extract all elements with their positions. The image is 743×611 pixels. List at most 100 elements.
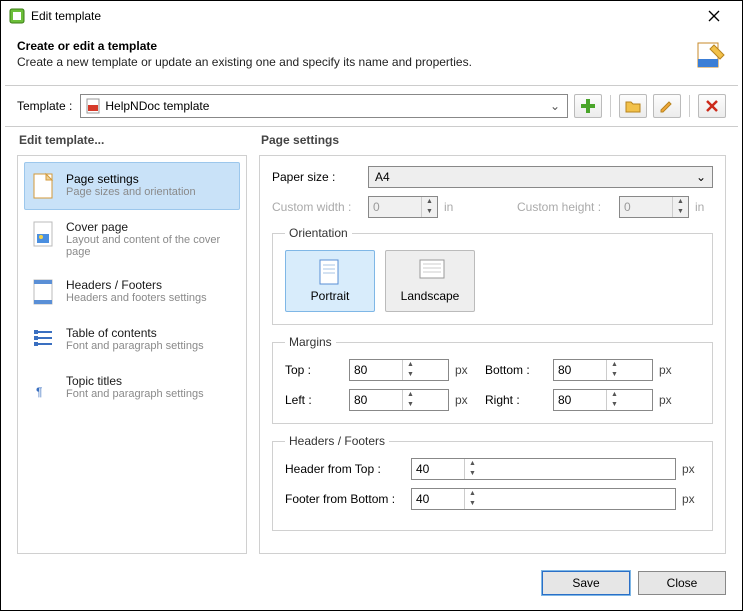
margin-top-label: Top : (285, 363, 343, 377)
chevron-down-icon: ⌄ (547, 99, 563, 113)
toc-icon (32, 326, 56, 354)
orientation-landscape[interactable]: Landscape (385, 250, 475, 312)
sidebar-item-label: Cover page (66, 220, 232, 234)
margin-left-input[interactable]: ▲▼ (349, 389, 449, 411)
unit-in: in (695, 200, 713, 214)
sidebar-item-label: Page settings (66, 172, 196, 186)
sidebar-title: Edit template... (17, 127, 247, 155)
orientation-legend: Orientation (285, 226, 352, 240)
unit-in: in (444, 200, 462, 214)
footer: Save Close (1, 566, 742, 610)
template-label: Template : (17, 99, 72, 113)
unit-px: px (455, 363, 473, 377)
sidebar-item-table-of-contents[interactable]: Table of contents Font and paragraph set… (24, 316, 240, 364)
sidebar-item-desc: Layout and content of the cover page (66, 234, 232, 258)
titlebar: Edit template (1, 1, 742, 31)
app-icon (9, 8, 25, 24)
close-button[interactable]: Close (638, 571, 726, 595)
paper-size-select[interactable]: A4 ⌄ (368, 166, 713, 188)
page-icon (32, 172, 56, 200)
spin-up-icon[interactable]: ▲ (607, 390, 622, 400)
sidebar-item-headers-footers[interactable]: Headers / Footers Headers and footers se… (24, 268, 240, 316)
unit-px: px (659, 363, 677, 377)
main-panel: Page settings Paper size : A4 ⌄ Custom w… (259, 127, 726, 554)
spin-down-icon[interactable]: ▼ (465, 469, 480, 479)
spin-down-icon[interactable]: ▼ (403, 370, 418, 380)
spin-down-icon[interactable]: ▼ (465, 499, 480, 509)
header-title: Create or edit a template (17, 39, 694, 53)
window-title: Edit template (31, 9, 694, 23)
paper-size-value: A4 (375, 170, 390, 184)
margins-group: Margins Top : ▲▼ px Bottom : ▲▼ px Left … (272, 335, 713, 424)
save-button[interactable]: Save (542, 571, 630, 595)
add-template-button[interactable] (574, 94, 602, 118)
open-folder-button[interactable] (619, 94, 647, 118)
paper-size-label: Paper size : (272, 170, 362, 184)
spin-down-icon[interactable]: ▼ (607, 370, 622, 380)
window-close-button[interactable] (694, 1, 734, 31)
spin-down-icon[interactable]: ▼ (403, 400, 418, 410)
sidebar-item-desc: Font and paragraph settings (66, 340, 204, 352)
pdf-icon (85, 98, 101, 114)
chevron-down-icon: ⌄ (696, 170, 706, 184)
sidebar-item-cover-page[interactable]: Cover page Layout and content of the cov… (24, 210, 240, 268)
edit-pencil-button[interactable] (653, 94, 681, 118)
margin-left-label: Left : (285, 393, 343, 407)
custom-height-label: Custom height : (517, 200, 613, 214)
toolbar-separator (610, 95, 611, 117)
spin-down-icon: ▼ (422, 207, 437, 217)
margins-legend: Margins (285, 335, 336, 349)
footer-from-bottom-input[interactable]: ▲▼ (411, 488, 676, 510)
sidebar-item-label: Topic titles (66, 374, 204, 388)
sidebar-item-label: Headers / Footers (66, 278, 207, 292)
custom-width-input: ▲▼ (368, 196, 438, 218)
orientation-portrait[interactable]: Portrait (285, 250, 375, 312)
sidebar: Edit template... Page settings Page size… (17, 127, 247, 554)
sidebar-item-page-settings[interactable]: Page settings Page sizes and orientation (24, 162, 240, 210)
sidebar-item-desc: Headers and footers settings (66, 292, 207, 304)
margin-right-label: Right : (485, 393, 547, 407)
margin-right-input[interactable]: ▲▼ (553, 389, 653, 411)
sidebar-item-desc: Font and paragraph settings (66, 388, 204, 400)
sidebar-item-label: Table of contents (66, 326, 204, 340)
header: Create or edit a template Create a new t… (1, 31, 742, 85)
header-subtitle: Create a new template or update an exist… (17, 55, 694, 69)
orientation-landscape-label: Landscape (401, 289, 460, 303)
edit-template-dialog: Edit template Create or edit a template … (0, 0, 743, 611)
custom-height-input: ▲▼ (619, 196, 689, 218)
cover-page-icon (32, 220, 56, 248)
spin-up-icon[interactable]: ▲ (465, 489, 480, 499)
template-select[interactable]: HelpNDoc template ⌄ (80, 94, 568, 118)
toolbar-separator (689, 95, 690, 117)
sidebar-item-desc: Page sizes and orientation (66, 186, 196, 198)
custom-width-label: Custom width : (272, 200, 362, 214)
landscape-icon (419, 259, 441, 285)
hf-legend: Headers / Footers (285, 434, 389, 448)
spin-down-icon: ▼ (673, 207, 688, 217)
spin-up-icon[interactable]: ▲ (465, 459, 480, 469)
svg-text:¶: ¶ (36, 385, 42, 399)
unit-px: px (659, 393, 677, 407)
delete-button[interactable] (698, 94, 726, 118)
spin-down-icon[interactable]: ▼ (607, 400, 622, 410)
unit-px: px (455, 393, 473, 407)
spin-up-icon[interactable]: ▲ (607, 360, 622, 370)
sidebar-item-topic-titles[interactable]: ¶ Topic titles Font and paragraph settin… (24, 364, 240, 412)
header-from-top-input[interactable]: ▲▼ (411, 458, 676, 480)
footer-from-bottom-label: Footer from Bottom : (285, 492, 405, 506)
toolbar: Template : HelpNDoc template ⌄ (1, 86, 742, 126)
headers-footers-icon (32, 278, 56, 306)
main-title: Page settings (259, 127, 726, 155)
margin-top-input[interactable]: ▲▼ (349, 359, 449, 381)
spin-up-icon[interactable]: ▲ (403, 360, 418, 370)
margin-bottom-label: Bottom : (485, 363, 547, 377)
margin-bottom-input[interactable]: ▲▼ (553, 359, 653, 381)
headers-footers-group: Headers / Footers Header from Top : ▲▼ p… (272, 434, 713, 531)
spin-up-icon[interactable]: ▲ (403, 390, 418, 400)
portrait-icon (319, 259, 341, 285)
orientation-portrait-label: Portrait (311, 289, 350, 303)
header-from-top-label: Header from Top : (285, 462, 405, 476)
spin-up-icon: ▲ (673, 197, 688, 207)
unit-px: px (682, 462, 700, 476)
unit-px: px (682, 492, 700, 506)
